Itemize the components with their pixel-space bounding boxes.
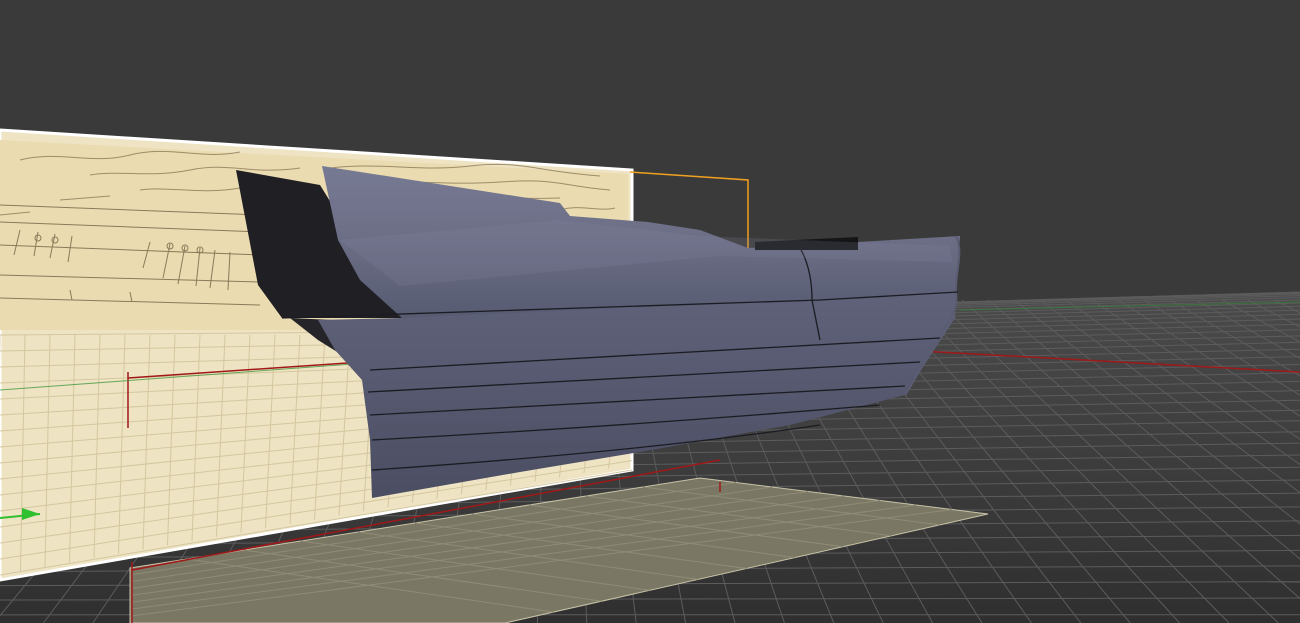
3d-viewport[interactable] xyxy=(0,0,1300,623)
scene-canvas[interactable] xyxy=(0,0,1300,623)
